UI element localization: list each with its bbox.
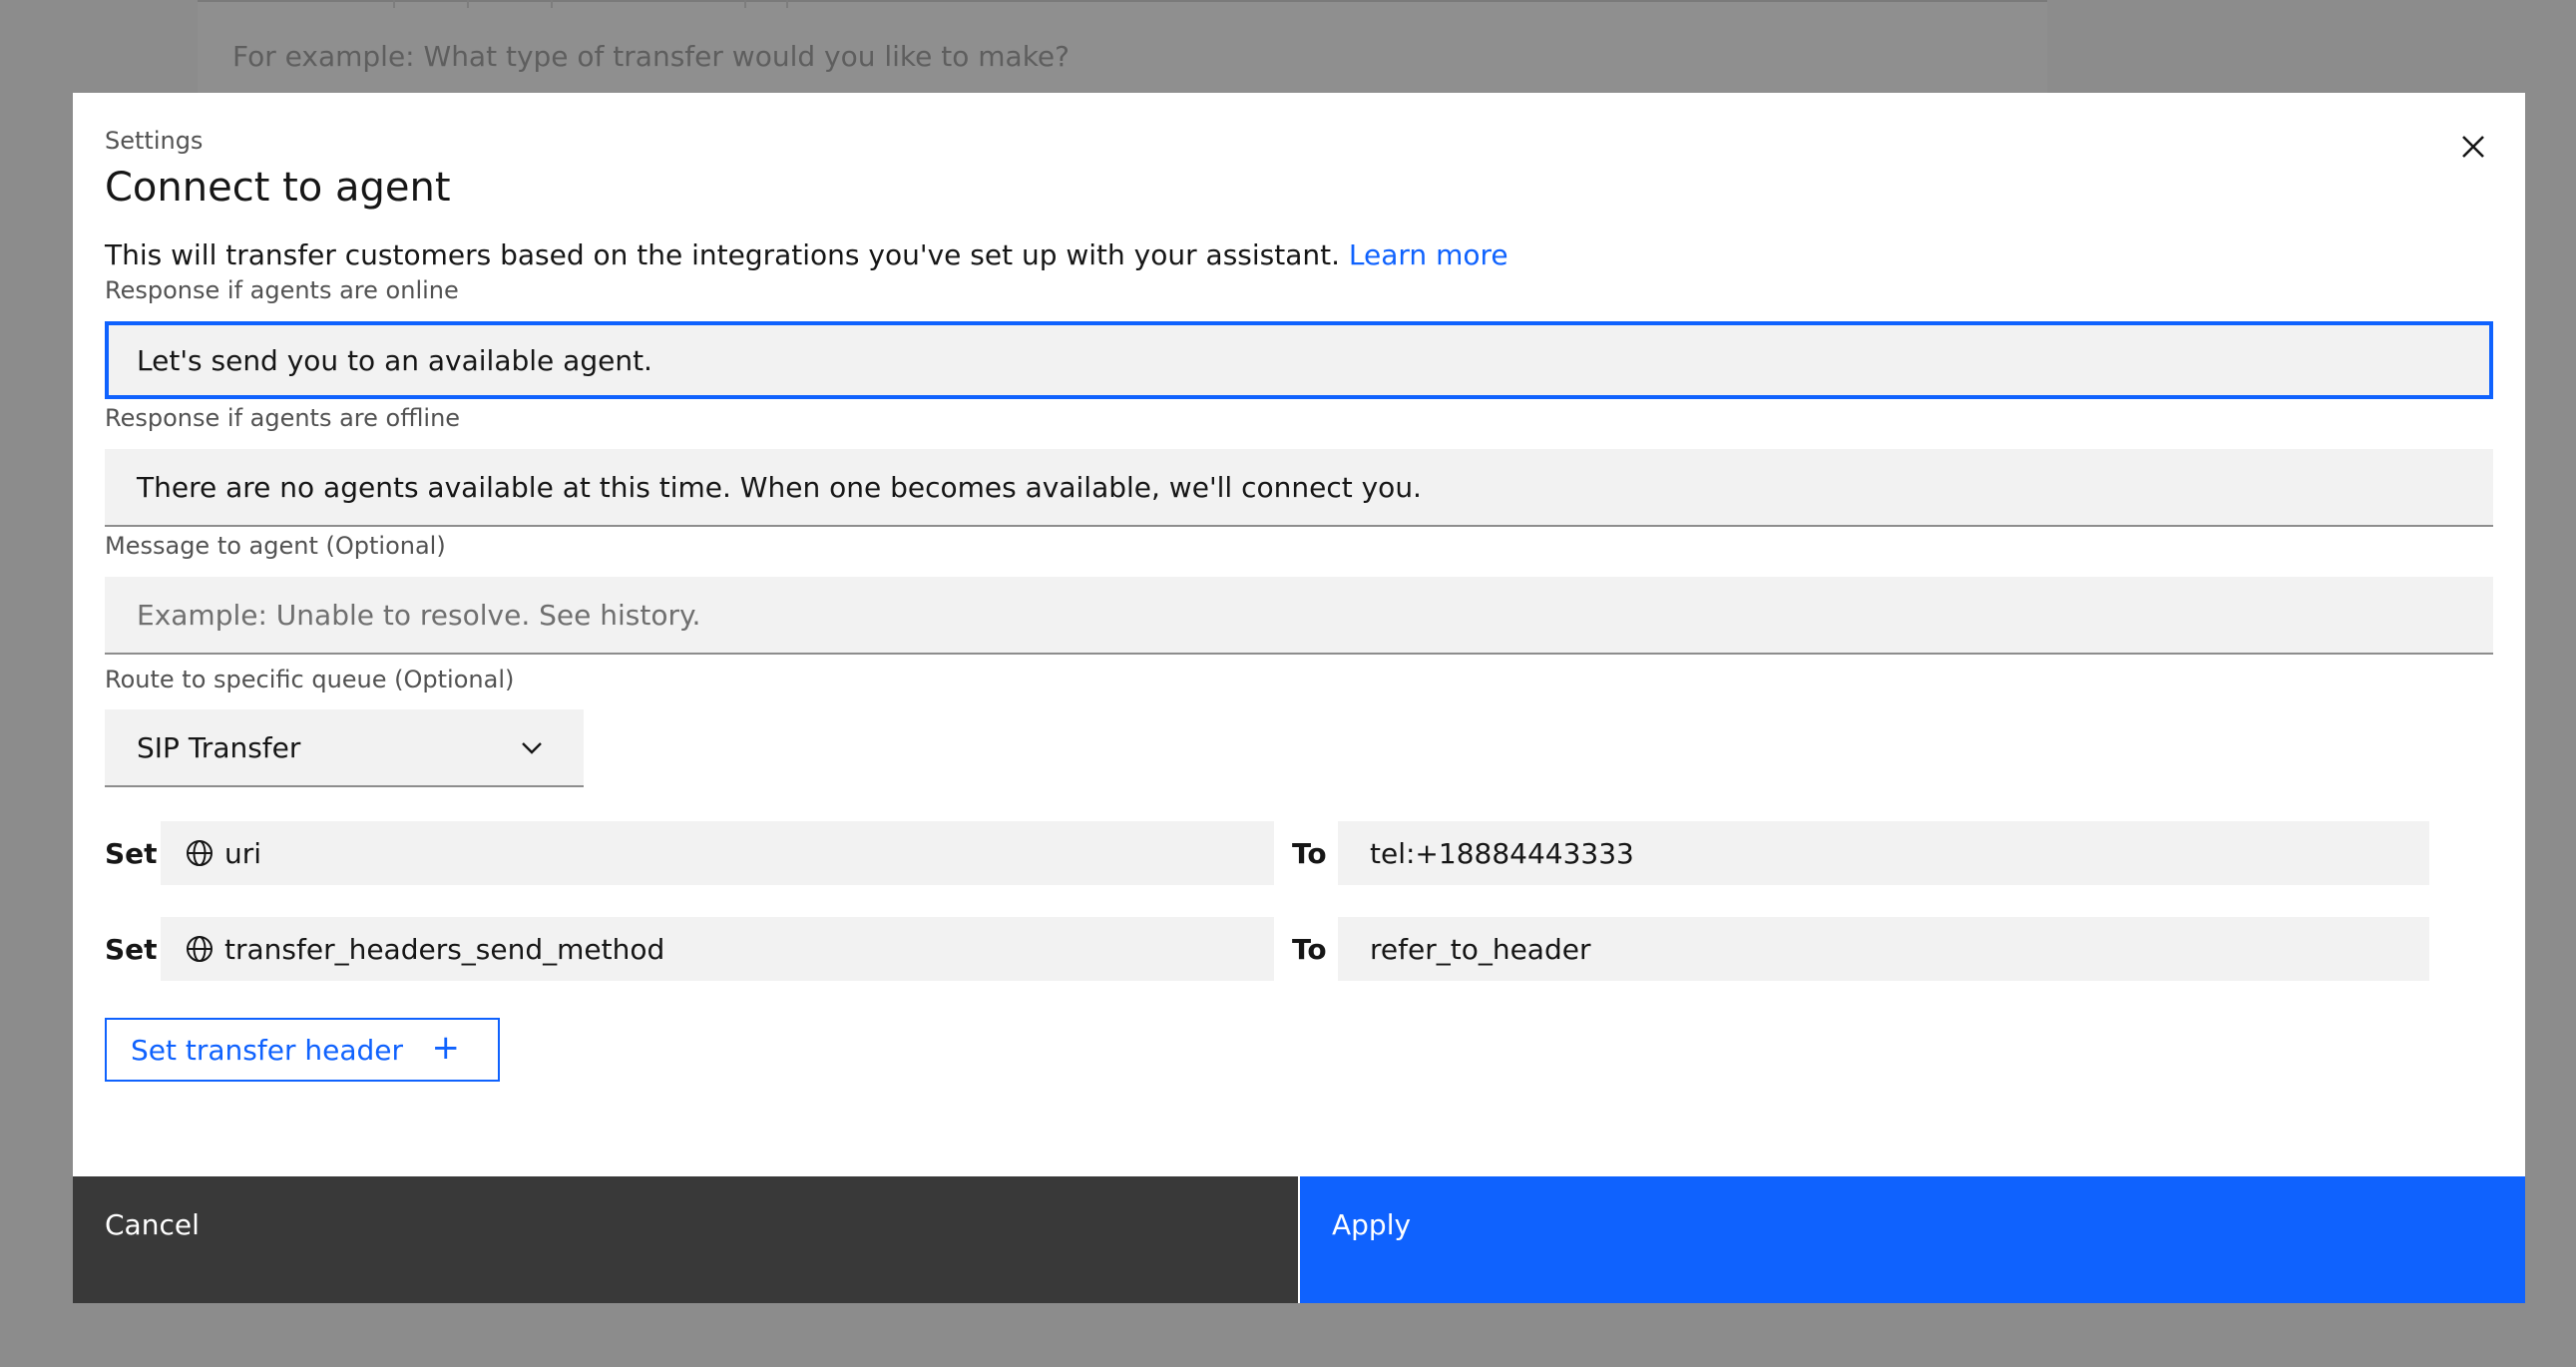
to-label: To [1292, 933, 1327, 966]
variable-selector[interactable]: uri [161, 821, 1274, 885]
learn-more-link[interactable]: Learn more [1349, 238, 1508, 271]
header-value-input[interactable]: refer_to_header [1338, 917, 2429, 981]
queue-selected-value: SIP Transfer [137, 730, 301, 764]
offline-response-input[interactable]: There are no agents available at this ti… [105, 449, 2493, 527]
online-response-input[interactable]: Let's send you to an available agent. [105, 321, 2493, 399]
header-value-input[interactable]: tel:+18884443333 [1338, 821, 2429, 885]
modal-description: This will transfer customers based on th… [105, 238, 1508, 271]
chevron-down-icon [522, 742, 542, 754]
background-placeholder: For example: What type of transfer would… [232, 40, 1071, 73]
set-transfer-header-button[interactable]: Set transfer header + [105, 1018, 500, 1082]
set-label: Set [105, 933, 158, 966]
close-button[interactable] [2449, 123, 2497, 171]
modal-title: Connect to agent [105, 165, 451, 211]
variable-name: uri [224, 836, 262, 870]
modal-footer: Cancel Apply [73, 1176, 2525, 1303]
cancel-button[interactable]: Cancel [73, 1176, 1298, 1303]
variable-selector[interactable]: transfer_headers_send_method [161, 917, 1274, 981]
globe-icon [185, 838, 215, 868]
message-to-agent-input[interactable]: Example: Unable to resolve. See history. [105, 577, 2493, 655]
apply-button[interactable]: Apply [1300, 1176, 2525, 1303]
globe-icon [185, 934, 215, 964]
set-label: Set [105, 837, 158, 870]
modal-label: Settings [105, 127, 204, 155]
background-tab-dividers [198, 0, 1056, 8]
to-label: To [1292, 837, 1327, 870]
offline-response-label: Response if agents are offline [105, 404, 461, 432]
queue-label: Route to specific queue (Optional) [105, 666, 515, 693]
set-transfer-header-label: Set transfer header [131, 1033, 403, 1067]
online-response-label: Response if agents are online [105, 276, 459, 304]
connect-to-agent-modal: Settings Connect to agent This will tran… [73, 93, 2525, 1303]
transfer-header-row: Set uri To tel:+18884443333 [105, 821, 2499, 885]
background-chat-input: For example: What type of transfer would… [198, 0, 2047, 98]
description-text: This will transfer customers based on th… [105, 238, 1341, 271]
transfer-header-row: Set transfer_headers_send_method To refe… [105, 917, 2499, 981]
variable-name: transfer_headers_send_method [224, 932, 665, 966]
queue-select[interactable]: SIP Transfer [105, 709, 584, 787]
message-to-agent-label: Message to agent (Optional) [105, 532, 446, 560]
plus-icon: + [431, 1028, 461, 1068]
close-icon [2462, 136, 2484, 158]
